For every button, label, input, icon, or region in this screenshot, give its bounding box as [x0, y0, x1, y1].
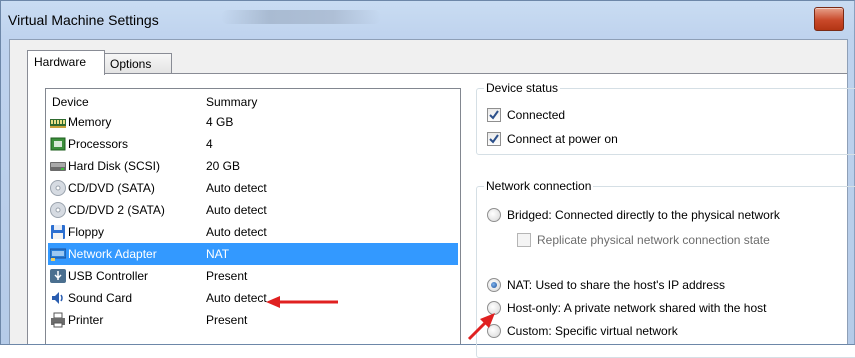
device-row-usb-controller[interactable]: USB Controller Present: [48, 265, 458, 287]
device-name: Hard Disk (SCSI): [68, 159, 161, 173]
usb-icon: [50, 269, 66, 283]
host-only-label: Host-only: A private network shared with…: [507, 301, 767, 315]
floppy-icon: [51, 225, 65, 239]
device-name: Printer: [68, 313, 104, 327]
close-button[interactable]: [814, 7, 844, 31]
device-summary: Auto detect: [206, 203, 267, 217]
device-summary: 4: [206, 137, 213, 151]
network-connection-group: Network connection Bridged: Connected di…: [476, 179, 855, 358]
device-row-floppy[interactable]: Floppy Auto detect: [48, 221, 458, 243]
custom-label: Custom: Specific virtual network: [507, 324, 678, 338]
device-summary: Auto detect: [206, 291, 267, 305]
device-row-sound-card[interactable]: Sound Card Auto detect: [48, 287, 458, 309]
hard-disk-icon: [50, 162, 66, 171]
device-summary: Auto detect: [206, 181, 267, 195]
device-row-memory[interactable]: Memory 4 GB: [48, 111, 458, 133]
device-status-legend: Device status: [484, 81, 561, 95]
device-summary: NAT: [206, 247, 230, 261]
device-row-network-adapter[interactable]: Network Adapter NAT: [48, 243, 458, 265]
hardware-panel: Device Summary Memory 4 GB Processors 4 …: [27, 73, 855, 358]
connect-at-power-on-label: Connect at power on: [507, 132, 618, 146]
checkbox-checked-icon: [487, 108, 501, 122]
device-status-group: Device status Connected Connect at power…: [476, 81, 855, 155]
connected-label: Connected: [507, 108, 566, 122]
cd-dvd-icon: [50, 180, 66, 196]
cd-dvd-icon: [50, 202, 66, 218]
device-row-hard-disk[interactable]: Hard Disk (SCSI) 20 GB: [48, 155, 458, 177]
device-list[interactable]: Device Summary Memory 4 GB Processors 4 …: [45, 88, 461, 344]
tab-hardware[interactable]: Hardware: [27, 50, 105, 75]
device-name: USB Controller: [68, 269, 149, 283]
radio-unselected-icon: [487, 208, 501, 222]
network-adapter-icon: [50, 248, 66, 261]
device-summary: 4 GB: [206, 115, 234, 129]
device-name: CD/DVD 2 (SATA): [68, 203, 165, 217]
annotation-arrow-left-icon: [266, 296, 338, 308]
device-name: Network Adapter: [68, 247, 157, 261]
device-name: Processors: [68, 137, 129, 151]
sound-card-icon: [52, 292, 63, 304]
device-summary: Present: [206, 269, 248, 283]
device-name: Sound Card: [68, 291, 133, 305]
device-row-printer[interactable]: Printer Present: [48, 309, 458, 331]
bridged-label: Bridged: Connected directly to the physi…: [507, 208, 780, 222]
nat-label: NAT: Used to share the host's IP address: [507, 278, 725, 292]
device-summary: Present: [206, 313, 248, 327]
radio-selected-icon: [487, 278, 501, 292]
window-frame: Virtual Machine Settings Hardware Option…: [0, 0, 855, 358]
device-list-header: Device Summary: [46, 89, 460, 111]
device-name: CD/DVD (SATA): [68, 181, 155, 195]
device-row-cd-dvd-2[interactable]: CD/DVD 2 (SATA) Auto detect: [48, 199, 458, 221]
memory-icon: [50, 119, 66, 128]
device-name: Floppy: [68, 225, 105, 239]
processor-icon: [50, 137, 66, 151]
column-header-summary[interactable]: Summary: [206, 95, 257, 109]
printer-icon: [51, 312, 65, 328]
checkbox-unchecked-icon: [517, 233, 531, 247]
annotation-arrow-up-right-icon: [467, 313, 495, 341]
column-header-device[interactable]: Device: [52, 95, 89, 109]
device-row-processors[interactable]: Processors 4: [48, 133, 458, 155]
device-name: Memory: [68, 115, 112, 129]
tab-options[interactable]: Options: [103, 53, 172, 74]
device-summary: 20 GB: [206, 159, 241, 173]
replicate-state-label: Replicate physical network connection st…: [537, 233, 770, 247]
device-row-cd-dvd[interactable]: CD/DVD (SATA) Auto detect: [48, 177, 458, 199]
dialog-body: Hardware Options Device Summary Memory 4…: [9, 39, 855, 358]
checkbox-checked-icon: [487, 132, 501, 146]
network-connection-legend: Network connection: [484, 179, 594, 193]
title-bar[interactable]: Virtual Machine Settings: [1, 1, 854, 39]
device-summary: Auto detect: [206, 225, 267, 239]
blurred-title-region: [221, 10, 381, 24]
window-title: Virtual Machine Settings: [8, 12, 159, 28]
